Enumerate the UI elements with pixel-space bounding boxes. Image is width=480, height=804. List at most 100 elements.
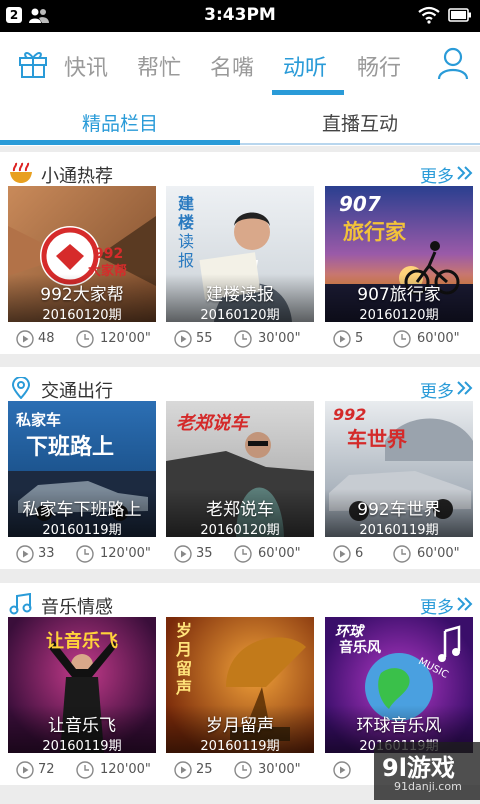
- thumbnail-text: 月: [176, 640, 193, 659]
- thumbnail-text: 岁: [176, 621, 193, 640]
- play-icon: [174, 545, 192, 563]
- top-nav: 快讯 帮忙 名嘴 动听 畅行: [0, 32, 480, 97]
- play-count: 72: [38, 762, 55, 777]
- sub-tab-divider: [240, 143, 480, 145]
- program-card[interactable]: 992 大家帮 992大家帮 20160120期 48 120'00": [8, 186, 156, 354]
- double-chevron-right-icon[interactable]: [456, 379, 474, 397]
- play-icon: [16, 330, 34, 348]
- clock-icon: [393, 545, 411, 563]
- clock-icon: [76, 330, 94, 348]
- clock-icon: [76, 761, 94, 779]
- program-thumbnail: 私家车 下班路上 私家车下班路上 20160119期: [8, 401, 156, 537]
- program-title: 让音乐飞: [48, 716, 116, 736]
- program-meta: 72 120'00": [8, 759, 156, 781]
- program-title: 907旅行家: [357, 285, 441, 305]
- clock-icon: [234, 545, 252, 563]
- watermark-url: 91danji.com: [394, 780, 462, 793]
- sub-tabs: 精品栏目 直播互动: [0, 96, 480, 146]
- program-card[interactable]: 让音乐飞 让音乐飞 20160119期 72 120'00": [8, 617, 156, 785]
- thumbnail-text: 下班路上: [26, 435, 115, 460]
- program-card[interactable]: 岁 月 留 声 岁月留声 20160119期 25 30'00": [166, 617, 314, 785]
- sub-tab-indicator: [0, 140, 240, 145]
- duration: 30'00": [258, 762, 301, 777]
- program-thumbnail: 建 楼 读 报 建楼读报 20160120期: [166, 186, 314, 322]
- section-transport: 交通出行 更多 私家车 下班路上 私家车下班路上 20160119期 33 12…: [0, 367, 480, 569]
- duration: 120'00": [100, 546, 151, 561]
- nav-tab-hosts[interactable]: 名嘴: [210, 50, 254, 82]
- program-date: 20160120期: [42, 308, 122, 322]
- nav-tab-news[interactable]: 快讯: [64, 50, 108, 82]
- thumbnail-text: 建: [178, 194, 195, 213]
- wifi-icon: [418, 6, 440, 24]
- site-watermark: 9l游戏 91danji.com: [374, 742, 480, 800]
- program-date: 20160119期: [42, 739, 122, 753]
- status-bar: 2 3:43PM: [0, 0, 480, 32]
- program-title: 992大家帮: [40, 285, 124, 305]
- play-icon: [16, 545, 34, 563]
- nav-tab-help[interactable]: 帮忙: [137, 50, 181, 82]
- program-thumbnail: 老郑说车 老郑说车 20160120期: [166, 401, 314, 537]
- play-count: 48: [38, 331, 55, 346]
- thumbnail-text: 楼: [178, 213, 195, 232]
- play-count: 35: [196, 546, 213, 561]
- clock-icon: [234, 330, 252, 348]
- program-date: 20160120期: [359, 308, 439, 322]
- program-card[interactable]: 907 旅行家 907旅行家 20160120期 5 60'00": [325, 186, 473, 354]
- thumbnail-text: 留: [176, 659, 193, 678]
- clock: 3:43PM: [204, 5, 276, 25]
- play-count: 55: [196, 331, 213, 346]
- program-thumbnail: 让音乐飞 让音乐飞 20160119期: [8, 617, 156, 753]
- section-title: 音乐情感: [41, 597, 113, 618]
- section-title: 小通热荐: [41, 166, 113, 187]
- play-count: 33: [38, 546, 55, 561]
- watermark-logo: 9l游戏: [382, 754, 455, 782]
- program-date: 20160120期: [200, 523, 280, 537]
- thumbnail-text: 报: [178, 251, 195, 270]
- battery-icon: [448, 8, 471, 22]
- program-card[interactable]: 建 楼 读 报 建楼读报 20160120期 55 30'00": [166, 186, 314, 354]
- double-chevron-right-icon[interactable]: [456, 595, 474, 613]
- thumbnail-text: 907: [339, 192, 381, 216]
- play-count: 5: [355, 331, 364, 346]
- nav-tab-traffic[interactable]: 畅行: [357, 50, 401, 82]
- play-icon: [333, 545, 351, 563]
- thumbnail-text: 读: [178, 232, 195, 251]
- program-meta: 33 120'00": [8, 543, 156, 565]
- program-title: 私家车下班路上: [22, 500, 142, 520]
- duration: 120'00": [100, 331, 151, 346]
- program-date: 20160119期: [42, 523, 122, 537]
- program-title: 992车世界: [357, 500, 441, 520]
- clock-icon: [234, 761, 252, 779]
- user-profile-icon[interactable]: [436, 46, 470, 80]
- program-card[interactable]: 私家车 下班路上 私家车下班路上 20160119期 33 120'00": [8, 401, 156, 569]
- play-icon: [16, 761, 34, 779]
- program-card[interactable]: 老郑说车 老郑说车 20160120期 35 60'00": [166, 401, 314, 569]
- tab-live-interaction[interactable]: 直播互动: [240, 109, 480, 136]
- program-thumbnail: 907 旅行家 907旅行家 20160120期: [325, 186, 473, 322]
- nav-tab-listen[interactable]: 动听: [283, 50, 327, 82]
- music-note-icon: [9, 593, 32, 615]
- gift-icon[interactable]: [18, 47, 48, 79]
- thumbnail-text: 992: [333, 405, 367, 424]
- double-chevron-right-icon[interactable]: [456, 164, 474, 182]
- play-icon: [333, 330, 351, 348]
- clock-icon: [76, 545, 94, 563]
- thumbnail-text: 音乐风: [339, 640, 381, 656]
- program-meta: 48 120'00": [8, 328, 156, 350]
- more-link[interactable]: 更多: [420, 162, 454, 187]
- play-count: 25: [196, 762, 213, 777]
- tab-featured-columns[interactable]: 精品栏目: [0, 109, 240, 136]
- program-date: 20160119期: [200, 739, 280, 753]
- program-meta: 55 30'00": [166, 328, 314, 350]
- thumbnail-text: 车世界: [347, 427, 407, 451]
- hot-bowl-icon: [10, 162, 32, 183]
- program-card[interactable]: 992 车世界 992车世界 20160119期 6 60'00": [325, 401, 473, 569]
- program-thumbnail: 992 车世界 992车世界 20160119期: [325, 401, 473, 537]
- program-thumbnail: 992 大家帮 992大家帮 20160120期: [8, 186, 156, 322]
- duration: 120'00": [100, 762, 151, 777]
- more-link[interactable]: 更多: [420, 377, 454, 402]
- more-link[interactable]: 更多: [420, 593, 454, 618]
- program-meta: 6 60'00": [325, 543, 473, 565]
- play-icon: [174, 761, 192, 779]
- thumbnail-text: 老郑说车: [176, 413, 248, 434]
